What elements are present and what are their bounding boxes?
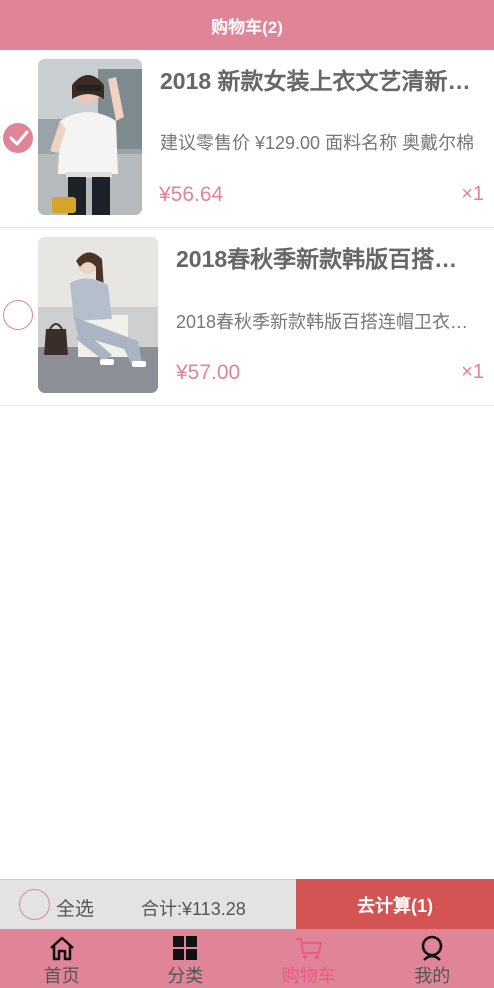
tab-label: 分类 [167,966,204,986]
cart-item[interactable]: 2018春秋季新款韩版百搭连帽卫衣套装 2018春秋季新款韩版百搭连帽卫衣套装女… [0,228,494,406]
cart-icon [295,937,322,959]
page-header: 购物车(2) [0,0,494,50]
product-price: ¥57.00 [176,361,241,384]
page-title: 购物车(2) [211,17,283,37]
tab-label: 首页 [43,966,80,986]
select-all-checkbox[interactable] [19,889,50,920]
item-checkbox[interactable] [3,123,33,153]
grid-icon [173,936,198,960]
tab-label: 我的 [414,966,451,986]
tab-category[interactable]: 分类 [124,929,248,988]
cart-summary-bar: 全选 合计:¥113.28 去计算(1) [0,879,494,930]
tab-profile[interactable]: 我的 [371,929,494,988]
checkmark-icon [9,130,29,146]
product-quantity: ×1 [461,361,484,383]
product-title[interactable]: 2018 新款女装上衣文艺清新宽松短袖T恤 [160,62,480,96]
user-icon [421,935,443,961]
product-description: 建议零售价 ¥129.00 面料名称 奥戴尔棉 [160,133,475,153]
bottom-tab-bar: 首页 分类 购物车 我的 [0,929,494,988]
home-icon [49,936,74,961]
product-image[interactable] [38,237,158,393]
tab-label: 购物车 [281,966,336,986]
product-description: 2018春秋季新款韩版百搭连帽卫衣套装女 [176,312,472,332]
product-price: ¥56.64 [159,183,224,206]
tab-cart[interactable]: 购物车 [247,929,371,988]
cart-total: 合计:¥113.28 [141,899,246,919]
product-quantity: ×1 [461,183,484,205]
cart-item[interactable]: 2018 新款女装上衣文艺清新宽松短袖T恤 建议零售价 ¥129.00 面料名称… [0,50,494,228]
product-title[interactable]: 2018春秋季新款韩版百搭连帽卫衣套装 [176,240,476,274]
item-checkbox[interactable] [3,300,33,330]
checkout-button[interactable]: 去计算(1) [296,879,494,930]
select-all-label[interactable]: 全选 [56,894,94,921]
product-image[interactable] [38,59,142,215]
tab-home[interactable]: 首页 [0,929,124,988]
